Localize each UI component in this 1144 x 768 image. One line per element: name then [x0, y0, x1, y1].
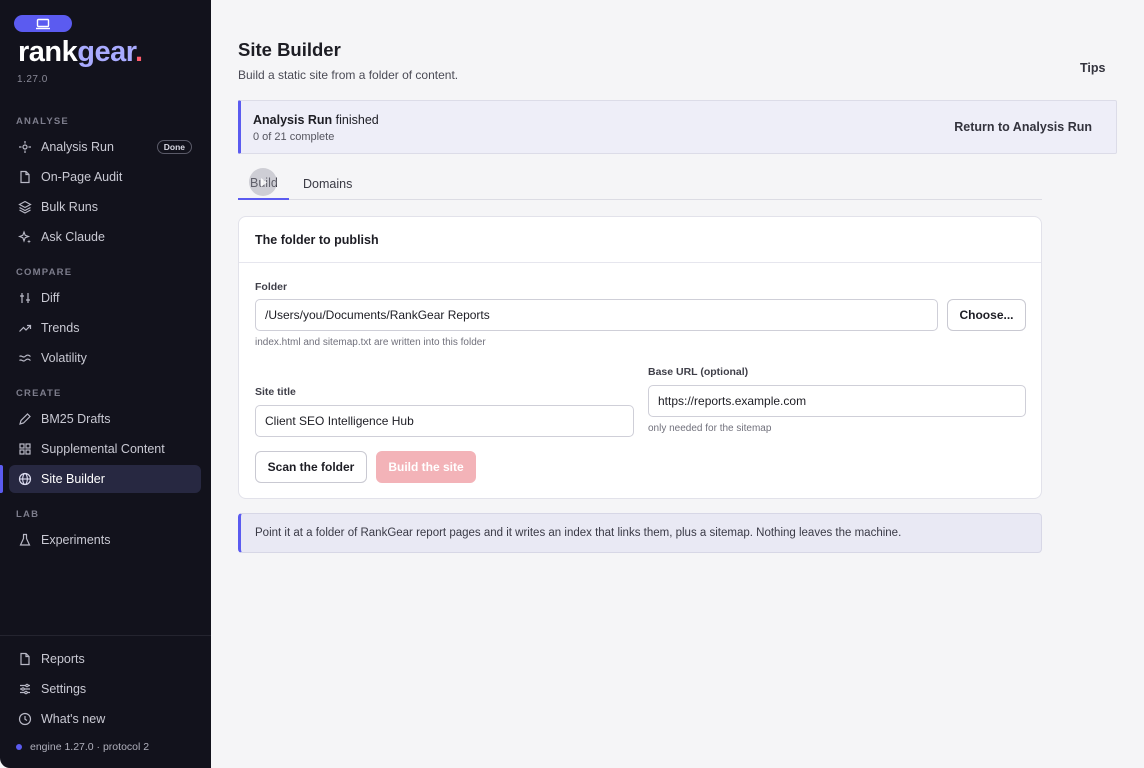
laptop-icon	[36, 18, 50, 29]
sidebar-item-settings[interactable]: Settings	[9, 675, 201, 703]
sidebar-item-label: Trends	[41, 321, 80, 335]
banner-title-rest: finished	[332, 113, 379, 127]
brand-part-1: rank	[18, 36, 78, 68]
sidebar-item-experiments[interactable]: Experiments	[9, 526, 201, 554]
sidebar-item-analysis-run[interactable]: Analysis Run Done	[9, 133, 201, 161]
section-label-analyse: ANALYSE	[16, 116, 69, 127]
card-header: The folder to publish	[239, 217, 1041, 263]
sidebar-item-supplemental-content[interactable]: Supplemental Content	[9, 435, 201, 463]
brand-logo: rankgear.	[18, 34, 143, 70]
sidebar-item-label: Diff	[41, 291, 60, 305]
sidebar-item-label: Bulk Runs	[41, 200, 98, 214]
document-icon	[17, 169, 33, 185]
sidebar-item-label: Site Builder	[41, 472, 105, 486]
sidebar-item-whats-new[interactable]: What's new	[9, 705, 201, 733]
analysis-run-banner: Analysis Run finished 0 of 21 complete R…	[238, 100, 1117, 154]
status-dot-icon	[16, 744, 22, 750]
sidebar-divider	[0, 635, 211, 636]
build-site-button[interactable]: Build the site	[376, 451, 476, 483]
tab-domains[interactable]: Domains	[291, 168, 364, 200]
sidebar-item-trends[interactable]: Trends	[9, 314, 201, 342]
sidebar-item-label: Reports	[41, 652, 85, 666]
choose-folder-button[interactable]: Choose...	[947, 299, 1026, 331]
sidebar-item-site-builder[interactable]: Site Builder	[9, 465, 201, 493]
brand-part-2: gear	[77, 36, 135, 68]
sparkle-icon	[17, 139, 33, 155]
trend-up-icon	[17, 320, 33, 336]
base-url-hint: only needed for the sitemap	[648, 423, 772, 434]
pencil-icon	[17, 411, 33, 427]
site-title-input[interactable]	[255, 405, 634, 437]
sidebar-item-label: BM25 Drafts	[41, 412, 111, 426]
sidebar-item-on-page-audit[interactable]: On-Page Audit	[9, 163, 201, 191]
sidebar-item-bm25-drafts[interactable]: BM25 Drafts	[9, 405, 201, 433]
folder-hint: index.html and sitemap.txt are written i…	[255, 337, 486, 348]
app-badge	[14, 15, 72, 32]
active-indicator	[0, 465, 3, 493]
sliders-icon	[17, 681, 33, 697]
page-title: Site Builder	[238, 39, 341, 60]
cursor-icon	[261, 178, 267, 187]
banner-title-bold: Analysis Run	[253, 113, 333, 127]
return-to-analysis-run-link[interactable]: Return to Analysis Run	[954, 120, 1092, 134]
globe-icon	[17, 471, 33, 487]
sidebar: rankgear. 1.27.0 ANALYSE Analysis Run Do…	[0, 0, 211, 768]
sidebar-item-volatility[interactable]: Volatility	[9, 344, 201, 372]
sidebar-item-label: Volatility	[41, 351, 87, 365]
scan-folder-button[interactable]: Scan the folder	[255, 451, 367, 483]
layers-icon	[17, 199, 33, 215]
sidebar-item-label: Analysis Run	[41, 140, 114, 154]
card-title: The folder to publish	[255, 233, 379, 247]
sidebar-item-bulk-runs[interactable]: Bulk Runs	[9, 193, 201, 221]
diff-icon	[17, 290, 33, 306]
document-icon	[17, 651, 33, 667]
sidebar-item-label: What's new	[41, 712, 106, 726]
sidebar-item-label: On-Page Audit	[41, 170, 123, 184]
grid-icon	[17, 441, 33, 457]
sidebar-item-label: Ask Claude	[41, 230, 105, 244]
status-badge: Done	[156, 140, 192, 154]
publish-folder-card: The folder to publish Folder Choose... i…	[238, 216, 1042, 499]
sidebar-item-diff[interactable]: Diff	[9, 284, 201, 312]
banner-title: Analysis Run finished	[253, 113, 379, 127]
engine-status-text: engine 1.27.0 · protocol 2	[30, 741, 150, 753]
flask-icon	[17, 532, 33, 548]
sidebar-item-reports[interactable]: Reports	[9, 645, 201, 673]
folder-input[interactable]	[255, 299, 938, 331]
folder-label: Folder	[255, 281, 288, 293]
sparkles-icon	[17, 229, 33, 245]
app-version: 1.27.0	[17, 74, 48, 85]
sidebar-item-ask-claude[interactable]: Ask Claude	[9, 223, 201, 251]
tab-label: Domains	[303, 177, 353, 191]
engine-status: engine 1.27.0 · protocol 2	[16, 741, 149, 753]
wave-icon	[17, 350, 33, 366]
sidebar-item-label: Supplemental Content	[41, 442, 165, 456]
sidebar-item-label: Experiments	[41, 533, 111, 547]
base-url-input[interactable]	[648, 385, 1026, 417]
section-label-lab: LAB	[16, 509, 40, 520]
banner-progress: 0 of 21 complete	[253, 131, 335, 143]
tab-bar: Build Domains	[238, 168, 1042, 200]
tips-link[interactable]: Tips	[1080, 61, 1105, 75]
base-url-label: Base URL (optional)	[648, 366, 749, 378]
sidebar-item-label: Settings	[41, 682, 87, 696]
section-label-compare: COMPARE	[16, 267, 73, 278]
section-label-create: CREATE	[16, 388, 62, 399]
mouse-cursor-highlight	[249, 168, 277, 196]
page-subtitle: Build a static site from a folder of con…	[238, 68, 459, 82]
info-callout: Point it at a folder of RankGear report …	[238, 513, 1042, 553]
info-text: Point it at a folder of RankGear report …	[255, 527, 902, 539]
clock-icon	[17, 711, 33, 727]
site-title-label: Site title	[255, 386, 296, 398]
brand-dot: .	[134, 36, 143, 68]
